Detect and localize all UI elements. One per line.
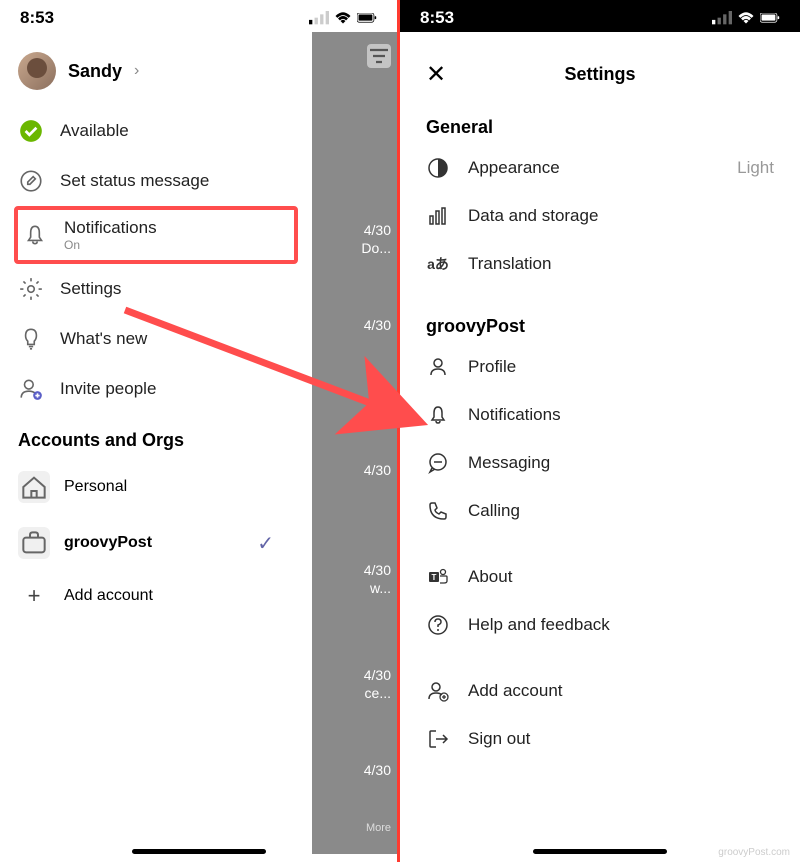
settings-notifications[interactable]: Notifications xyxy=(406,391,794,439)
settings-about[interactable]: T About xyxy=(406,553,794,601)
profile-name: Sandy xyxy=(68,61,122,82)
account-add[interactable]: + Add account xyxy=(0,571,312,621)
account-label: groovyPost xyxy=(64,534,152,552)
phone-icon xyxy=(426,499,450,523)
status-indicators xyxy=(309,11,377,26)
status-bar-left: 8:53 xyxy=(0,0,397,32)
settings-label: Notifications xyxy=(468,405,774,425)
menu-label: Invite people xyxy=(60,379,156,399)
menu-set-status[interactable]: Set status message xyxy=(0,156,312,206)
settings-label: Profile xyxy=(468,357,774,377)
home-icon xyxy=(18,471,50,503)
account-groovypost[interactable]: groovyPost ✓ xyxy=(0,515,312,571)
menu-label: Notifications xyxy=(64,218,157,238)
menu-label: Available xyxy=(60,121,129,141)
bars-icon xyxy=(426,204,450,228)
notifications-highlight: Notifications On xyxy=(14,206,298,264)
menu-label: Settings xyxy=(60,279,121,299)
home-indicator xyxy=(533,849,667,854)
menu-whats-new[interactable]: What's new xyxy=(0,314,312,364)
section-general: General xyxy=(406,107,794,144)
settings-help[interactable]: Help and feedback xyxy=(406,601,794,649)
status-time: 8:53 xyxy=(20,8,54,28)
menu-sublabel: On xyxy=(64,238,157,252)
briefcase-icon xyxy=(18,527,50,559)
svg-text:T: T xyxy=(432,573,437,582)
settings-messaging[interactable]: Messaging xyxy=(406,439,794,487)
settings-label: Appearance xyxy=(468,158,719,178)
settings-appearance[interactable]: Appearance Light xyxy=(406,144,794,192)
menu-notifications[interactable]: Notifications On xyxy=(22,218,290,252)
gear-icon xyxy=(18,276,44,302)
status-indicators xyxy=(712,11,780,26)
avatar xyxy=(18,52,56,90)
watermark: groovyPost.com xyxy=(718,847,790,858)
chat-backdrop: 4/30 Do... 4/30 4/30 4/30 w... 4/30 ce..… xyxy=(312,32,397,854)
plus-icon: + xyxy=(18,583,50,609)
half-circle-icon xyxy=(426,156,450,180)
bell-icon xyxy=(22,222,48,248)
settings-label: Translation xyxy=(468,254,774,274)
settings-calling[interactable]: Calling xyxy=(406,487,794,535)
teams-icon: T xyxy=(426,565,450,589)
home-indicator xyxy=(132,849,266,854)
close-icon[interactable]: ✕ xyxy=(426,60,446,89)
settings-label: Calling xyxy=(468,501,774,521)
profile-icon xyxy=(426,355,450,379)
filter-icon[interactable] xyxy=(367,44,391,68)
account-label: Add account xyxy=(64,587,153,605)
add-person-icon xyxy=(426,679,450,703)
invite-icon xyxy=(18,376,44,402)
settings-translation[interactable]: aあ Translation xyxy=(406,240,794,288)
translate-icon: aあ xyxy=(426,252,450,276)
settings-title: Settings xyxy=(564,64,635,85)
available-icon xyxy=(18,118,44,144)
settings-label: Add account xyxy=(468,681,774,701)
chevron-right-icon: › xyxy=(134,62,139,80)
settings-signout[interactable]: Sign out xyxy=(406,715,794,763)
menu-available[interactable]: Available xyxy=(0,106,312,156)
section-org: groovyPost xyxy=(406,306,794,343)
settings-data-storage[interactable]: Data and storage xyxy=(406,192,794,240)
lightbulb-icon xyxy=(18,326,44,352)
settings-label: Sign out xyxy=(468,729,774,749)
settings-label: Help and feedback xyxy=(468,615,774,635)
menu-label: What's new xyxy=(60,329,147,349)
settings-panel: ✕ Settings General Appearance Light Data… xyxy=(406,42,794,858)
account-personal[interactable]: Personal xyxy=(0,459,312,515)
status-bar-right: 8:53 xyxy=(400,0,800,32)
accounts-header: Accounts and Orgs xyxy=(0,414,312,459)
help-icon xyxy=(426,613,450,637)
account-label: Personal xyxy=(64,478,127,496)
settings-label: Messaging xyxy=(468,453,774,473)
pencil-icon xyxy=(18,168,44,194)
signout-icon xyxy=(426,727,450,751)
menu-label: Set status message xyxy=(60,171,209,191)
status-time: 8:53 xyxy=(420,8,454,28)
chat-icon xyxy=(426,451,450,475)
settings-label: Data and storage xyxy=(468,206,774,226)
settings-header: ✕ Settings xyxy=(406,42,794,107)
settings-value: Light xyxy=(737,158,774,178)
checkmark-icon: ✓ xyxy=(257,531,274,556)
menu-settings[interactable]: Settings xyxy=(0,264,312,314)
menu-invite[interactable]: Invite people xyxy=(0,364,312,414)
settings-add-account[interactable]: Add account xyxy=(406,667,794,715)
profile-row[interactable]: Sandy › xyxy=(0,32,312,106)
settings-label: About xyxy=(468,567,774,587)
bell-icon xyxy=(426,403,450,427)
settings-profile[interactable]: Profile xyxy=(406,343,794,391)
